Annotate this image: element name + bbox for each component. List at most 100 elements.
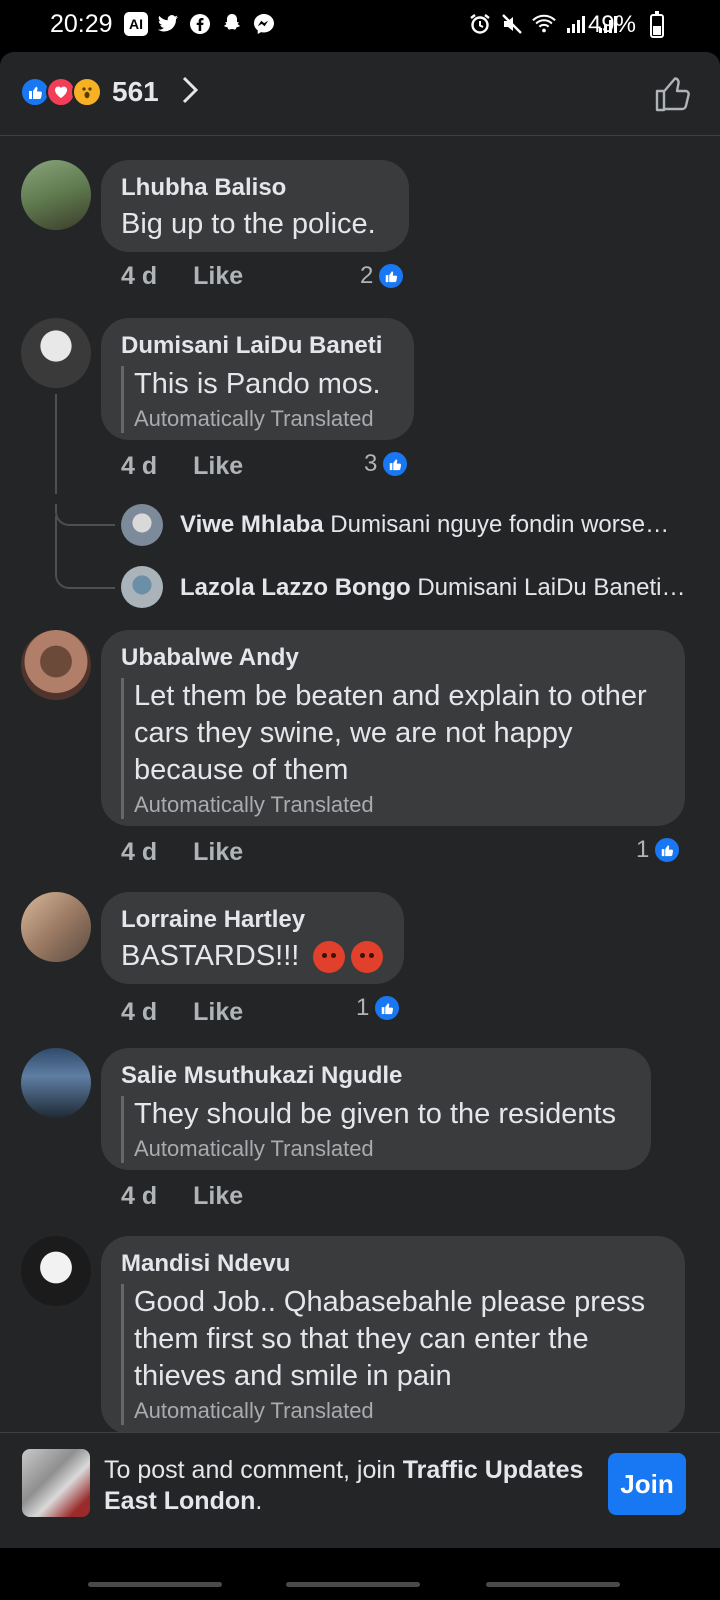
chevron-right-icon[interactable] [180,74,200,114]
comment-bubble[interactable]: Lorraine Hartley BASTARDS!!! [101,892,404,984]
battery-percent: 49% [587,11,636,38]
snapchat-icon [220,12,244,36]
wifi-icon [532,12,556,36]
commenter-name[interactable]: Mandisi Ndevu [121,1250,665,1278]
like-badge-icon [373,994,402,1022]
commenter-name[interactable]: Salie Msuthukazi Ngudle [121,1062,631,1090]
like-badge-icon [653,836,682,864]
comment-bubble[interactable]: Lhubha Baliso Big up to the police. [101,160,409,252]
join-group-bar: To post and comment, join Traffic Update… [0,1432,720,1548]
thread-connector [55,567,115,589]
reply-preview[interactable]: Viwe Mhlaba Dumisani nguye fondin worse… [180,511,700,539]
comment-bubble[interactable]: Mandisi Ndevu Good Job.. Qhabasebahle pl… [101,1236,685,1434]
comment-text: Good Job.. Qhabasebahle please press the… [134,1286,646,1392]
join-prompt-suffix: . [255,1487,263,1515]
like-button[interactable]: Like [193,998,243,1027]
reaction-count: 561 [112,76,159,107]
reply-author: Viwe Mhlaba [180,511,324,538]
ai-icon: AI [124,12,148,36]
like-count[interactable]: 3 [364,450,410,478]
translation-label[interactable]: Automatically Translated [134,1397,665,1425]
like-button[interactable]: Like [193,452,243,481]
like-button[interactable]: Like [193,262,243,291]
commenter-name[interactable]: Dumisani LaiDu Baneti [121,332,394,360]
like-badge-icon [377,262,406,290]
commenter-name[interactable]: Lhubha Baliso [121,174,389,202]
comment-bubble[interactable]: Dumisani LaiDu Baneti This is Pando mos.… [101,318,414,440]
comment-meta: 4 d Like [121,452,243,481]
comment-meta: 4 d Like [121,838,243,867]
comment-text: Big up to the police. [121,208,376,240]
notification-icons: AI [124,12,276,36]
like-count[interactable]: 1 [356,994,402,1022]
comment-text: This is Pando mos. [134,368,381,400]
like-count[interactable]: 1 [636,836,682,864]
translation-label[interactable]: Automatically Translated [134,791,665,819]
facebook-icon [188,12,212,36]
comment-meta: 4 d Like [121,998,243,1027]
comment-time: 4 d [121,452,158,480]
thread-connector [55,504,115,526]
twitter-icon [156,12,180,36]
commenter-name[interactable]: Ubabalwe Andy [121,644,665,672]
group-cover-image[interactable] [22,1449,90,1517]
cursing-emoji-icon [351,941,384,974]
battery-icon [650,11,664,38]
comment-meta: 4 d Like [121,1182,243,1211]
like-count-number: 1 [636,836,650,863]
translated-block: They should be given to the residents Au… [121,1096,631,1163]
like-count-number: 3 [364,450,378,477]
comment-time: 4 d [121,998,158,1026]
avatar[interactable] [21,1048,91,1118]
join-button[interactable]: Join [608,1453,686,1515]
battery-fill [653,26,661,35]
comment-bubble[interactable]: Ubabalwe Andy Let them be beaten and exp… [101,630,685,826]
comment-bubble[interactable]: Salie Msuthukazi Ngudle They should be g… [101,1048,651,1170]
comments-sheet: 561 Lhubha Baliso Big up to the police. … [0,52,720,1600]
nav-home[interactable] [286,1582,420,1587]
commenter-name[interactable]: Lorraine Hartley [121,906,384,934]
comment-time: 4 d [121,262,158,290]
avatar[interactable] [121,504,163,546]
wow-reaction-icon [72,77,102,107]
nav-recents[interactable] [88,1582,222,1587]
comment-time: 4 d [121,838,158,866]
reactions-header: 561 [0,52,720,136]
translation-label[interactable]: Automatically Translated [134,1135,631,1163]
translation-label[interactable]: Automatically Translated [134,405,394,433]
like-button[interactable]: Like [193,1182,243,1211]
like-count-number: 2 [360,262,374,289]
signal-icon [564,12,588,36]
avatar[interactable] [21,1236,91,1306]
like-count[interactable]: 2 [360,262,406,290]
avatar[interactable] [21,318,91,388]
avatar[interactable] [21,160,91,230]
reply-author: Lazola Lazzo Bongo [180,574,411,601]
comment-time: 4 d [121,1182,158,1210]
angry-emoji-icon [313,941,346,974]
nav-back[interactable] [486,1582,620,1587]
alarm-icon [468,12,492,36]
like-outline-icon[interactable] [654,76,694,112]
status-bar: 20:29 AI 49% [0,0,720,52]
like-button[interactable]: Like [193,838,243,867]
join-prompt: To post and comment, join Traffic Update… [104,1455,604,1517]
reply-text: Dumisani LaiDu Baneti… [417,574,686,601]
translated-block: Good Job.. Qhabasebahle please press the… [121,1284,665,1425]
comment-text: They should be given to the residents [134,1098,617,1130]
messenger-icon [252,12,276,36]
status-time: 20:29 [50,10,113,38]
comment-meta: 4 d Like [121,262,243,291]
reply-preview[interactable]: Lazola Lazzo Bongo Dumisani LaiDu Baneti… [180,574,700,602]
thread-line [55,394,57,494]
avatar[interactable] [121,566,163,608]
translated-block: Let them be beaten and explain to other … [121,678,665,819]
avatar[interactable] [21,630,91,700]
like-badge-icon [381,450,410,478]
mute-icon [500,12,524,36]
translated-block: This is Pando mos. Automatically Transla… [121,366,394,433]
thread-line [55,516,57,568]
avatar[interactable] [21,892,91,962]
system-navigation-bar [0,1548,720,1600]
reactions-summary[interactable]: 561 [20,76,159,108]
